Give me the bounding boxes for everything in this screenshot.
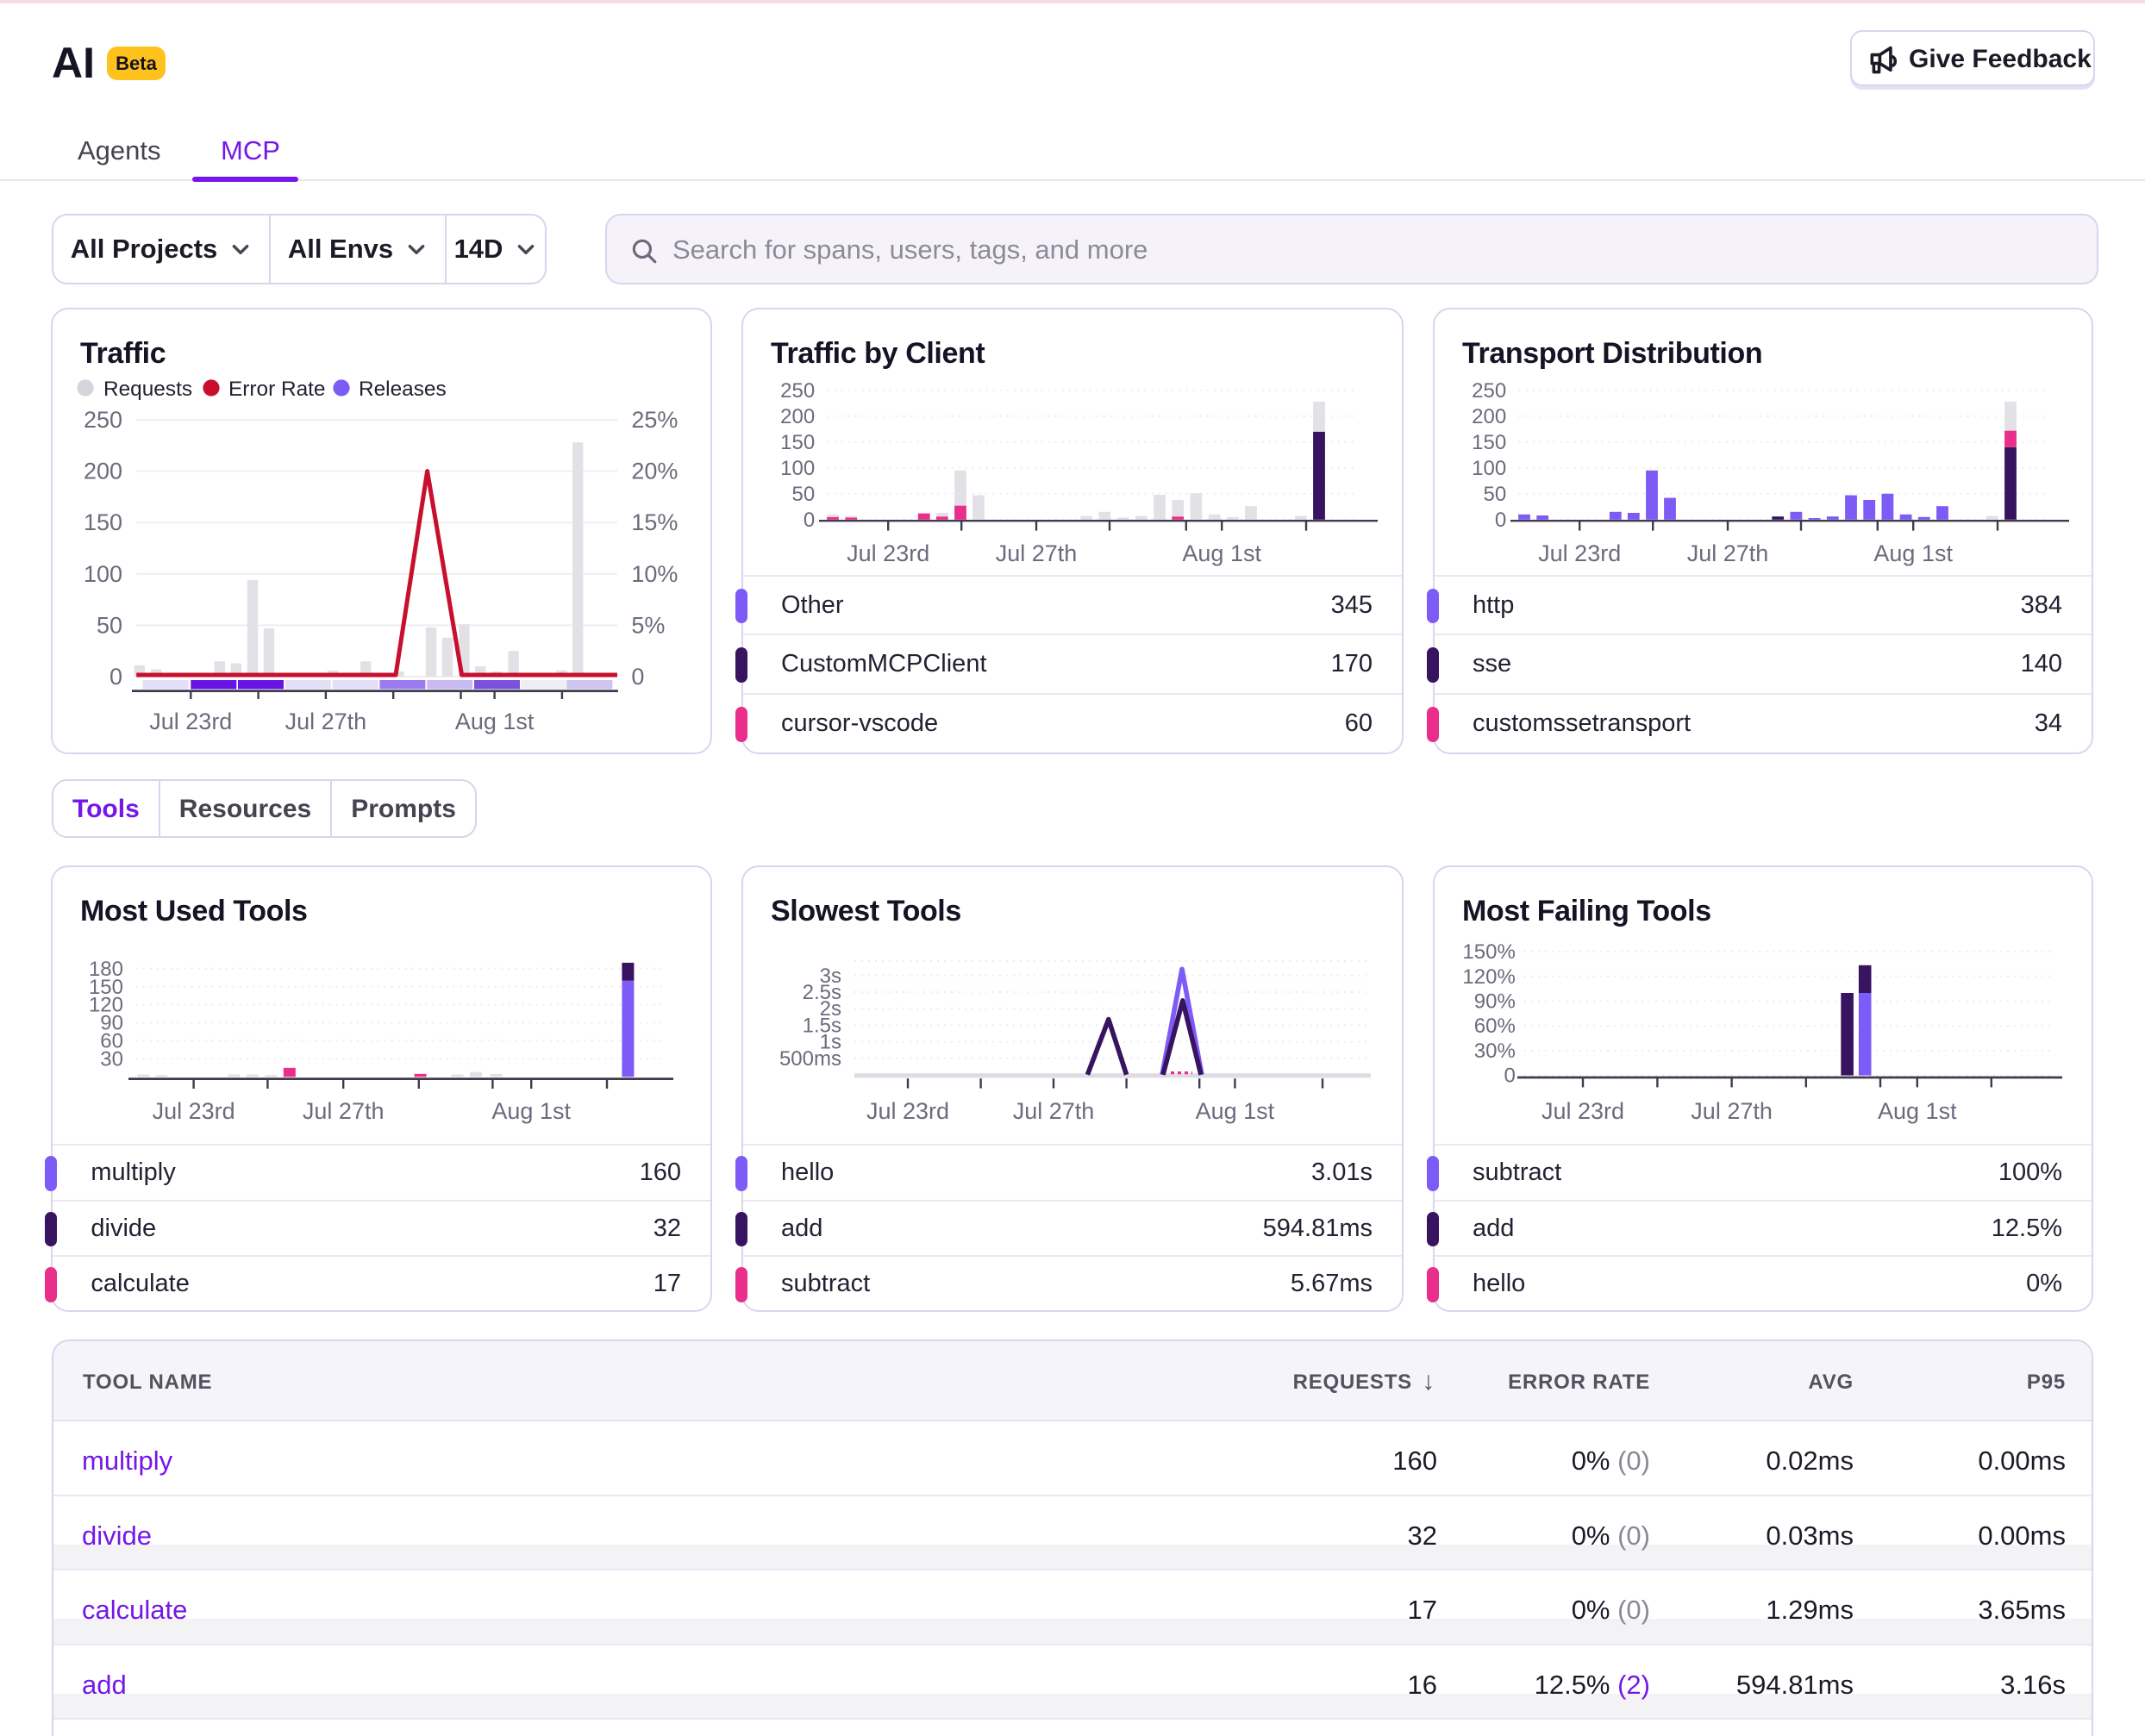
svg-text:0: 0 <box>109 664 122 690</box>
svg-text:Error Rate: Error Rate <box>228 378 326 401</box>
svg-text:Jul 27th: Jul 27th <box>996 540 1078 566</box>
svg-text:5%: 5% <box>632 612 666 638</box>
svg-text:120%: 120% <box>1462 965 1515 989</box>
svg-text:500ms: 500ms <box>779 1047 841 1071</box>
svg-text:90%: 90% <box>1474 990 1516 1014</box>
svg-text:250: 250 <box>84 407 122 433</box>
svg-text:15%: 15% <box>632 509 679 535</box>
svg-text:Aug 1st: Aug 1st <box>1196 1098 1275 1124</box>
svg-text:0: 0 <box>1504 1065 1515 1088</box>
svg-text:150%: 150% <box>1462 940 1515 964</box>
svg-text:50: 50 <box>97 612 122 638</box>
svg-text:150: 150 <box>1472 431 1506 454</box>
svg-text:0: 0 <box>804 509 815 532</box>
svg-text:Jul 23rd: Jul 23rd <box>1538 540 1621 566</box>
svg-text:100: 100 <box>1472 457 1506 480</box>
svg-text:0: 0 <box>632 664 645 690</box>
svg-text:Jul 23rd: Jul 23rd <box>150 709 233 734</box>
svg-text:Traffic by Client: Traffic by Client <box>771 337 985 370</box>
svg-text:250: 250 <box>780 379 815 403</box>
svg-text:Jul 27th: Jul 27th <box>1013 1098 1095 1124</box>
svg-text:10%: 10% <box>632 561 679 587</box>
svg-text:Jul 23rd: Jul 23rd <box>866 1098 949 1124</box>
svg-text:100: 100 <box>780 457 815 480</box>
svg-text:200: 200 <box>1472 405 1506 428</box>
svg-text:Aug 1st: Aug 1st <box>1182 540 1261 566</box>
svg-text:200: 200 <box>780 405 815 428</box>
svg-text:Most Failing Tools: Most Failing Tools <box>1462 895 1711 927</box>
svg-text:Requests: Requests <box>103 378 192 401</box>
svg-text:Most Used Tools: Most Used Tools <box>80 895 308 927</box>
svg-text:200: 200 <box>84 459 122 484</box>
svg-text:Jul 23rd: Jul 23rd <box>153 1098 235 1124</box>
svg-text:30: 30 <box>101 1048 124 1071</box>
svg-text:Transport Distribution: Transport Distribution <box>1462 337 1762 370</box>
svg-text:Jul 23rd: Jul 23rd <box>847 540 929 566</box>
svg-text:Aug 1st: Aug 1st <box>1873 540 1953 566</box>
svg-text:Jul 27th: Jul 27th <box>285 709 367 734</box>
svg-text:Jul 27th: Jul 27th <box>303 1098 385 1124</box>
svg-text:Slowest Tools: Slowest Tools <box>771 895 961 927</box>
svg-text:0: 0 <box>1495 509 1506 532</box>
svg-text:Releases: Releases <box>359 378 447 401</box>
svg-text:150: 150 <box>780 431 815 454</box>
svg-text:Jul 23rd: Jul 23rd <box>1542 1098 1624 1124</box>
svg-text:Jul 27th: Jul 27th <box>1691 1098 1773 1124</box>
svg-text:Aug 1st: Aug 1st <box>455 709 535 734</box>
svg-text:25%: 25% <box>632 407 679 433</box>
svg-text:150: 150 <box>84 509 122 535</box>
svg-text:Aug 1st: Aug 1st <box>492 1098 572 1124</box>
svg-text:Traffic: Traffic <box>80 337 166 370</box>
svg-text:50: 50 <box>1483 483 1506 506</box>
svg-text:50: 50 <box>791 483 815 506</box>
svg-text:Aug 1st: Aug 1st <box>1878 1098 1957 1124</box>
svg-text:30%: 30% <box>1474 1040 1516 1063</box>
svg-text:100: 100 <box>84 561 122 587</box>
svg-text:20%: 20% <box>632 459 679 484</box>
svg-text:250: 250 <box>1472 379 1506 403</box>
svg-text:Jul 27th: Jul 27th <box>1687 540 1769 566</box>
svg-text:60%: 60% <box>1474 1015 1516 1039</box>
